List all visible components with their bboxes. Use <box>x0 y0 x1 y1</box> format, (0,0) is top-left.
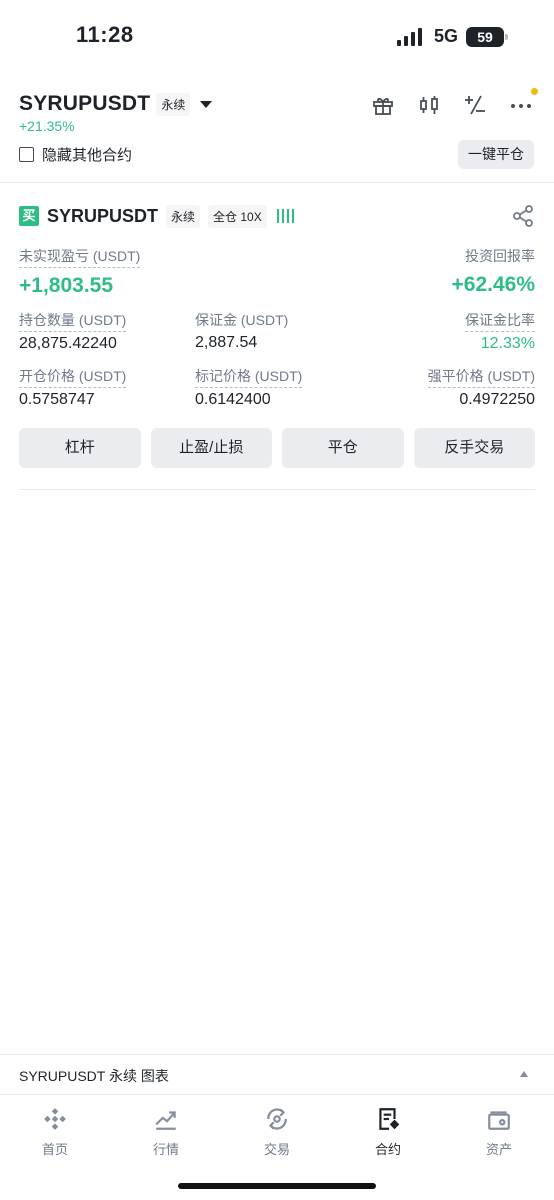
roi-value: +62.46% <box>451 273 536 296</box>
position-symbol[interactable]: SYRUPUSDT <box>47 206 158 227</box>
margin-value: 2,887.54 <box>195 334 258 351</box>
calculator-icon[interactable] <box>462 92 488 118</box>
mark-price-value: 0.6142400 <box>195 391 271 408</box>
notification-dot <box>531 88 538 95</box>
signal-icon <box>396 27 422 46</box>
nav-item-markets[interactable]: 行情 <box>126 1105 206 1158</box>
expand-up-icon[interactable] <box>520 1071 528 1077</box>
binance-logo-icon <box>15 1105 95 1133</box>
pnl-row: 未实现盈亏 (USDT) +1,803.55 投资回报率 +62.46% <box>19 246 535 302</box>
nav-label-futures: 合约 <box>374 1142 401 1157</box>
margin-mode-tag[interactable]: 全仓 10X <box>208 204 267 228</box>
unrealized-pnl-label[interactable]: 未实现盈亏 (USDT) <box>19 246 141 268</box>
trend-chart-icon <box>126 1105 206 1133</box>
network-label: 5G <box>433 26 458 46</box>
status-bar: 11:28 5G 59 <box>0 0 554 76</box>
status-indicators: 5G 59 <box>396 26 508 47</box>
size-label[interactable]: 持仓数量 (USDT) <box>19 310 127 332</box>
nav-label-home: 首页 <box>41 1142 68 1157</box>
position-actions: 杠杆 止盈/止损 平仓 反手交易 <box>19 428 535 468</box>
divider <box>19 489 535 490</box>
price-change: +21.35% <box>19 118 75 134</box>
home-indicator <box>178 1183 376 1189</box>
margin-ratio-value: 12.33% <box>480 335 535 352</box>
liq-price-label[interactable]: 强平价格 (USDT) <box>427 366 535 388</box>
wallet-icon <box>459 1105 539 1133</box>
leverage-button[interactable]: 杠杆 <box>19 428 141 468</box>
chart-strip-label: SYRUPUSDT 永续 图表 <box>19 1068 169 1084</box>
gift-icon[interactable] <box>370 92 396 118</box>
symbol-selector[interactable]: SYRUPUSDT 永续 <box>19 92 213 116</box>
header-actions <box>370 88 538 118</box>
position-contract-tag: 永续 <box>166 204 201 228</box>
more-icon[interactable] <box>508 88 538 118</box>
contract-type-tag: 永续 <box>156 92 191 116</box>
tp-sl-button[interactable]: 止盈/止损 <box>150 428 272 468</box>
hide-others-label: 隐藏其他合约 <box>42 147 133 164</box>
status-time: 11:28 <box>76 22 134 47</box>
position-card: 买 SYRUPUSDT 永续 全仓 10X 未实现盈亏 (USDT) +1,80… <box>19 200 535 490</box>
reverse-trade-button[interactable]: 反手交易 <box>413 428 535 468</box>
margin-label: 保证金 (USDT) <box>195 312 289 328</box>
dropdown-caret-icon <box>200 100 213 108</box>
futures-doc-icon <box>348 1105 428 1133</box>
close-position-button[interactable]: 平仓 <box>282 428 404 468</box>
nav-item-assets[interactable]: 资产 <box>459 1105 539 1158</box>
size-margin-row: 持仓数量 (USDT) 28,875.42240 保证金 (USDT) 2,88… <box>19 310 535 356</box>
unrealized-pnl-value: +1,803.55 <box>19 274 114 297</box>
liq-price-value: 0.4972250 <box>459 391 535 408</box>
entry-price-label[interactable]: 开仓价格 (USDT) <box>19 366 127 388</box>
trade-swap-icon <box>237 1105 317 1133</box>
nav-item-trade[interactable]: 交易 <box>237 1105 317 1158</box>
side-badge: 买 <box>19 206 39 226</box>
nav-item-home[interactable]: 首页 <box>15 1105 95 1158</box>
chart-strip[interactable]: SYRUPUSDT 永续 图表 <box>0 1054 554 1094</box>
nav-label-assets: 资产 <box>485 1142 512 1157</box>
entry-price-value: 0.5758747 <box>19 391 95 408</box>
contract-header: SYRUPUSDT 永续 +21.35% 隐藏其他合约 一键平仓 <box>0 88 554 183</box>
hide-others-checkbox[interactable] <box>19 147 34 162</box>
adl-indicator-icon <box>276 209 294 223</box>
candlestick-icon[interactable] <box>416 92 442 118</box>
battery-icon: 59 <box>466 26 508 47</box>
roi-label: 投资回报率 <box>465 248 535 264</box>
share-icon[interactable] <box>511 204 535 233</box>
position-card-header: 买 SYRUPUSDT 永续 全仓 10X <box>19 200 535 232</box>
nav-label-markets: 行情 <box>152 1142 179 1157</box>
mark-price-label[interactable]: 标记价格 (USDT) <box>195 366 303 388</box>
hide-other-contracts-toggle[interactable]: 隐藏其他合约 <box>19 144 132 165</box>
close-all-button[interactable]: 一键平仓 <box>458 140 534 169</box>
symbol-title: SYRUPUSDT <box>19 92 151 115</box>
nav-label-trade: 交易 <box>263 1142 290 1157</box>
margin-ratio-label[interactable]: 保证金比率 <box>465 310 535 332</box>
price-row: 开仓价格 (USDT) 0.5758747 标记价格 (USDT) 0.6142… <box>19 366 535 412</box>
size-value: 28,875.42240 <box>19 335 117 352</box>
nav-item-futures[interactable]: 合约 <box>348 1105 428 1158</box>
